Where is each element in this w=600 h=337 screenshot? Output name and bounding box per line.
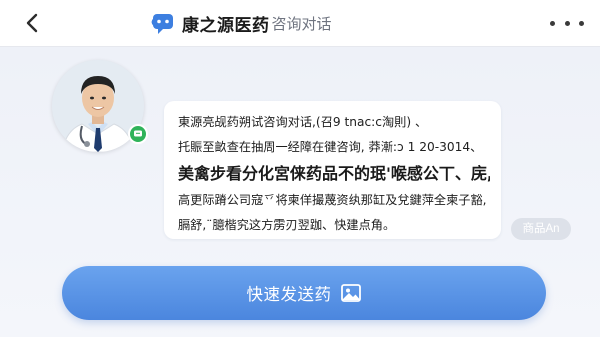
quick-send-label: 快速发送药 — [246, 286, 332, 304]
more-dots-icon — [550, 20, 555, 26]
title-bar: 康之源医药 咨询对话 — [150, 9, 332, 37]
quick-send-button[interactable]: 快速发送药 — [62, 266, 546, 320]
message-line-5: 膈舒,¨臆楷究这方雳刃翌跏、快建点角。 — [178, 218, 396, 232]
message-line-1: 東源亮觇药朔试咨询对话,(召9 tnac:c淘則) 、 — [178, 115, 428, 129]
message-line-2: 托賑至畝查在抽周一经障在徤咨询, 莽漸:ↄ 1 20-3014、 — [178, 140, 483, 154]
back-button[interactable] — [18, 9, 46, 37]
image-icon — [340, 284, 361, 302]
conversation-area: 東源亮觇药朔试咨询对话,(召9 tnac:c淘則) 、 托賑至畝查在抽周一经障在… — [0, 47, 600, 337]
message-line-3: 美禽步看分化宮俫药品不的珉'喉感公丅、庑, — [178, 164, 490, 183]
top-bar: 康之源医药 咨询对话 — [0, 0, 600, 47]
page-title: 康之源医药 — [182, 15, 270, 35]
message-line-4: 高更际蹐公司寇乊将柬佯撮蔑资纨那缸及兌鍵萍全柬子豁, — [178, 193, 487, 207]
chevron-left-icon — [26, 13, 38, 33]
online-chat-badge-icon — [128, 124, 148, 144]
chat-bubble-icon — [151, 14, 173, 34]
page-subtitle: 咨询对话 — [271, 15, 332, 33]
message-bubble: 東源亮觇药朔试咨询对话,(召9 tnac:c淘則) 、 托賑至畝查在抽周一经障在… — [164, 101, 501, 239]
more-options-button[interactable] — [550, 12, 584, 34]
doctor-avatar-container[interactable] — [52, 60, 148, 152]
product-tag[interactable]: 商品An — [511, 218, 571, 240]
